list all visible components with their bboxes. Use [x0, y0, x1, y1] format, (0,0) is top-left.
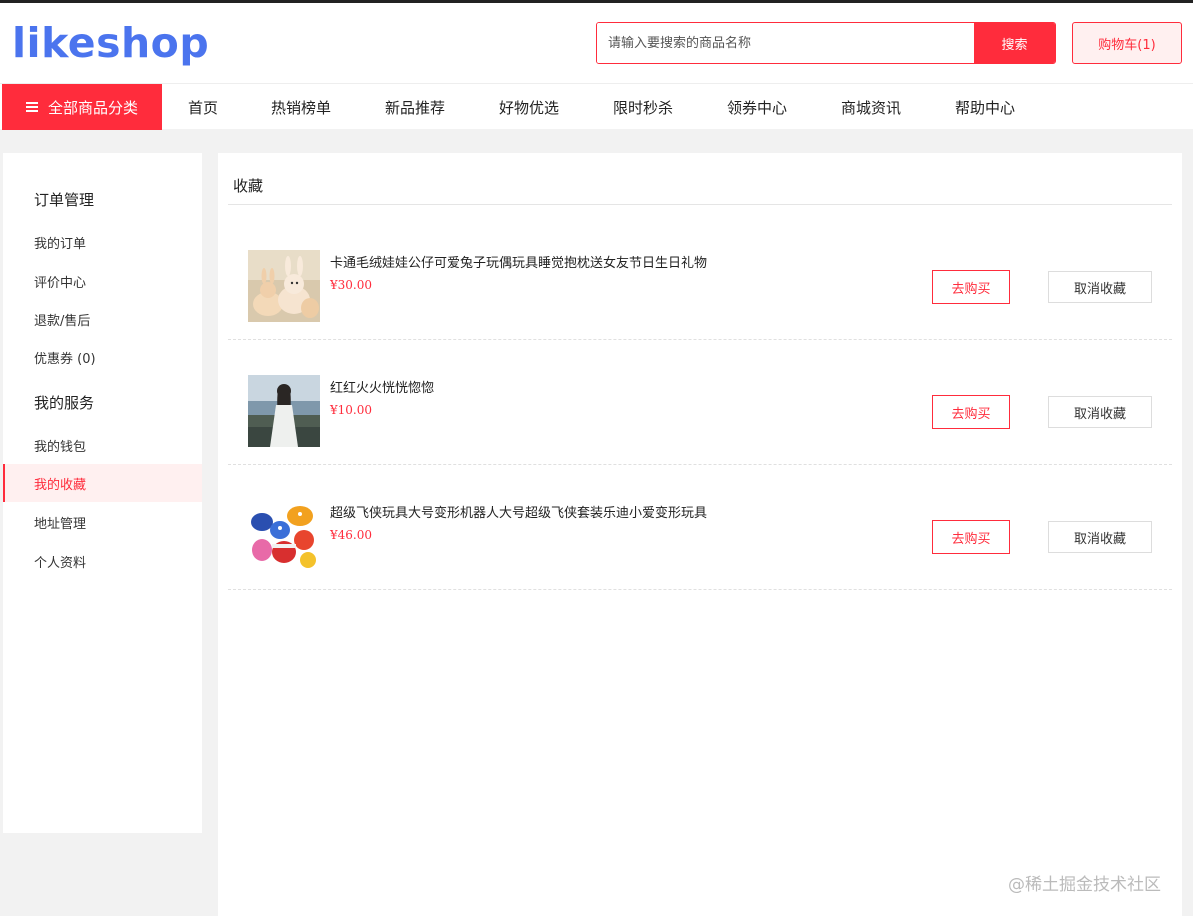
site-header: likeshop 搜索 购物车(1)	[0, 3, 1193, 83]
product-name[interactable]: 红红火火恍恍惚惚	[330, 377, 434, 396]
product-price: ¥46.00	[330, 528, 372, 542]
page-title: 收藏	[233, 177, 264, 195]
sidebar-item-profile[interactable]: 个人资料	[3, 542, 202, 580]
sidebar-group-orders: 订单管理	[34, 191, 95, 209]
product-name[interactable]: 卡通毛绒娃娃公仔可爱兔子玩偶玩具睡觉抱枕送女友节日生日礼物	[330, 252, 707, 271]
favorite-item: 卡通毛绒娃娃公仔可爱兔子玩偶玩具睡觉抱枕送女友节日生日礼物 ¥30.00 去购买…	[228, 215, 1172, 340]
girl-seaside-image[interactable]	[248, 375, 320, 447]
cart-button[interactable]: 购物车(1)	[1072, 22, 1182, 64]
sidebar-item-my-orders[interactable]: 我的订单	[3, 223, 202, 261]
product-price: ¥10.00	[330, 403, 372, 417]
all-categories-button[interactable]: 全部商品分类	[2, 84, 162, 130]
main-nav: 全部商品分类 首页 热销榜单 新品推荐 好物优选 限时秒杀 领券中心 商城资讯 …	[0, 83, 1193, 130]
super-wings-toys-image[interactable]	[248, 500, 320, 572]
nav-item-coupon-center[interactable]: 领券中心	[700, 84, 814, 130]
sidebar-item-address[interactable]: 地址管理	[3, 503, 202, 541]
nav-item-news[interactable]: 商城资讯	[814, 84, 928, 130]
sidebar-item-wallet[interactable]: 我的钱包	[3, 426, 202, 464]
search-box: 搜索	[596, 22, 1056, 64]
nav-item-hot-ranking[interactable]: 热销榜单	[244, 84, 358, 130]
all-categories-label: 全部商品分类	[47, 98, 138, 117]
sidebar-item-refunds[interactable]: 退款/售后	[3, 300, 202, 338]
nav-item-home[interactable]: 首页	[162, 84, 244, 130]
favorites-panel: 收藏 卡通毛绒娃娃公仔可爱兔子玩偶玩具睡觉抱枕送女友节日生日礼物 ¥30.00	[218, 153, 1182, 916]
nav-item-new-arrivals[interactable]: 新品推荐	[358, 84, 472, 130]
site-logo[interactable]: likeshop	[12, 19, 209, 67]
nav-items: 首页 热销榜单 新品推荐 好物优选 限时秒杀 领券中心 商城资讯 帮助中心	[162, 84, 1042, 130]
unfavorite-button[interactable]: 取消收藏	[1048, 521, 1152, 553]
menu-icon	[25, 102, 38, 112]
sidebar-item-reviews[interactable]: 评价中心	[3, 262, 202, 300]
cart-label: 购物车(1)	[1098, 37, 1156, 53]
buy-button[interactable]: 去购买	[932, 520, 1010, 554]
nav-item-best-picks[interactable]: 好物优选	[472, 84, 586, 130]
title-divider	[228, 204, 1172, 205]
sidebar-item-favorites[interactable]: 我的收藏	[3, 464, 202, 502]
favorite-item: 红红火火恍恍惚惚 ¥10.00 去购买 取消收藏	[228, 340, 1172, 465]
account-sidebar: 订单管理 我的订单 评价中心 退款/售后 优惠券 (0) 我的服务 我的钱包 我…	[3, 153, 202, 833]
sidebar-item-coupons[interactable]: 优惠券 (0)	[3, 338, 202, 376]
product-name[interactable]: 超级飞侠玩具大号变形机器人大号超级飞侠套装乐迪小爱变形玩具	[330, 502, 707, 521]
unfavorite-button[interactable]: 取消收藏	[1048, 396, 1152, 428]
sidebar-group-services: 我的服务	[34, 394, 95, 412]
search-button[interactable]: 搜索	[974, 23, 1055, 63]
search-input[interactable]	[597, 23, 975, 63]
plush-bunny-image[interactable]	[248, 250, 320, 322]
unfavorite-button[interactable]: 取消收藏	[1048, 271, 1152, 303]
product-price: ¥30.00	[330, 278, 372, 292]
watermark-text: @稀土掘金技术社区	[1008, 875, 1161, 895]
favorite-item: 超级飞侠玩具大号变形机器人大号超级飞侠套装乐迪小爱变形玩具 ¥46.00 去购买…	[228, 465, 1172, 590]
buy-button[interactable]: 去购买	[932, 395, 1010, 429]
nav-item-help[interactable]: 帮助中心	[928, 84, 1042, 130]
buy-button[interactable]: 去购买	[932, 270, 1010, 304]
nav-item-flash-sale[interactable]: 限时秒杀	[586, 84, 700, 130]
